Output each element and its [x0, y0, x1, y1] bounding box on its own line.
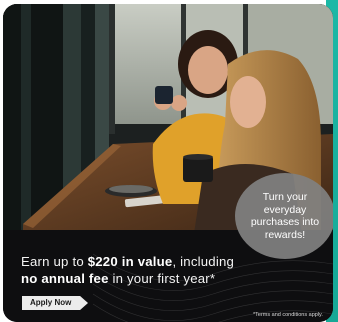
terms-disclaimer: *Terms and conditions apply. — [253, 312, 323, 318]
promo-card[interactable]: Turn your everyday purchases into reward… — [3, 4, 333, 322]
rewards-bubble: Turn your everyday purchases into reward… — [235, 173, 333, 259]
headline-part-3: in your first year* — [108, 271, 216, 286]
headline-fee: no annual fee — [21, 271, 109, 286]
ad-page: Turn your everyday purchases into reward… — [0, 0, 338, 322]
bubble-text: Turn your everyday purchases into reward… — [250, 191, 320, 241]
headline-amount: $220 in value — [87, 254, 173, 269]
promo-headline: Earn up to $220 in value, including no a… — [21, 253, 321, 287]
headline-part-1: Earn up to — [21, 254, 88, 269]
apply-now-button[interactable]: Apply Now — [22, 296, 88, 310]
headline-part-2: , including — [172, 254, 235, 269]
